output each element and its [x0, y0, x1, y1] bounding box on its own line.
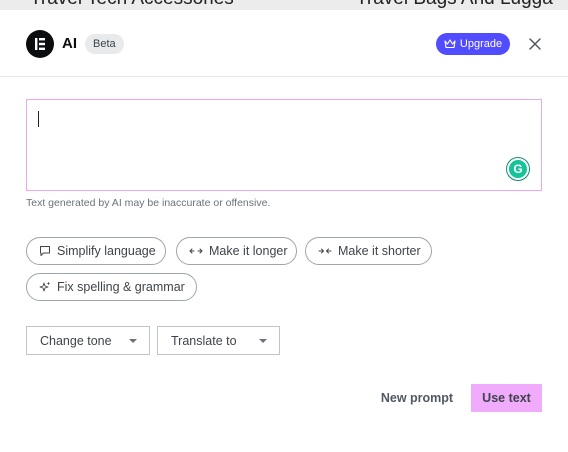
make-shorter-button[interactable]: Make it shorter [305, 237, 432, 265]
prompt-textarea[interactable]: G [26, 99, 542, 191]
sparkle-icon [39, 281, 51, 293]
close-icon[interactable] [527, 36, 543, 52]
translate-to-value: Translate to [171, 333, 237, 348]
simplify-language-label: Simplify language [57, 244, 156, 258]
page: Travel Tech Accessories Travel Bags And … [0, 0, 568, 452]
ai-disclaimer: Text generated by AI may be inaccurate o… [26, 197, 271, 209]
dialog-title: AI [62, 35, 77, 52]
change-tone-value: Change tone [40, 333, 112, 348]
elementor-logo-icon [26, 30, 54, 58]
upgrade-label: Upgrade [459, 38, 503, 50]
fix-spelling-button[interactable]: Fix spelling & grammar [26, 273, 197, 301]
speech-bubble-icon [39, 245, 51, 257]
dialog-header: AI Beta Upgrade [0, 10, 568, 77]
make-shorter-label: Make it shorter [338, 244, 421, 258]
use-text-button[interactable]: Use text [471, 384, 542, 412]
background-page: Travel Tech Accessories Travel Bags And … [0, 0, 568, 10]
ai-dialog: AI Beta Upgrade G Text generated by AI m… [0, 10, 568, 452]
shrink-arrows-icon [318, 246, 332, 256]
simplify-language-button[interactable]: Simplify language [26, 237, 166, 265]
upgrade-button[interactable]: Upgrade [436, 33, 510, 55]
make-longer-label: Make it longer [209, 244, 288, 258]
fix-spelling-label: Fix spelling & grammar [57, 280, 185, 294]
text-caret [38, 111, 39, 127]
translate-to-select[interactable]: Translate to [157, 326, 280, 355]
grammarly-letter: G [513, 162, 523, 176]
background-heading-left: Travel Tech Accessories [30, 0, 234, 10]
grammarly-icon[interactable]: G [507, 158, 529, 180]
background-heading-right: Travel Bags And Lugga [356, 0, 553, 10]
chevron-down-icon [129, 339, 137, 343]
beta-badge: Beta [85, 34, 124, 54]
make-longer-button[interactable]: Make it longer [176, 237, 297, 265]
change-tone-select[interactable]: Change tone [26, 326, 150, 355]
new-prompt-button[interactable]: New prompt [372, 384, 462, 412]
expand-arrows-icon [189, 246, 203, 256]
crown-icon [444, 39, 456, 49]
chevron-down-icon [259, 339, 267, 343]
